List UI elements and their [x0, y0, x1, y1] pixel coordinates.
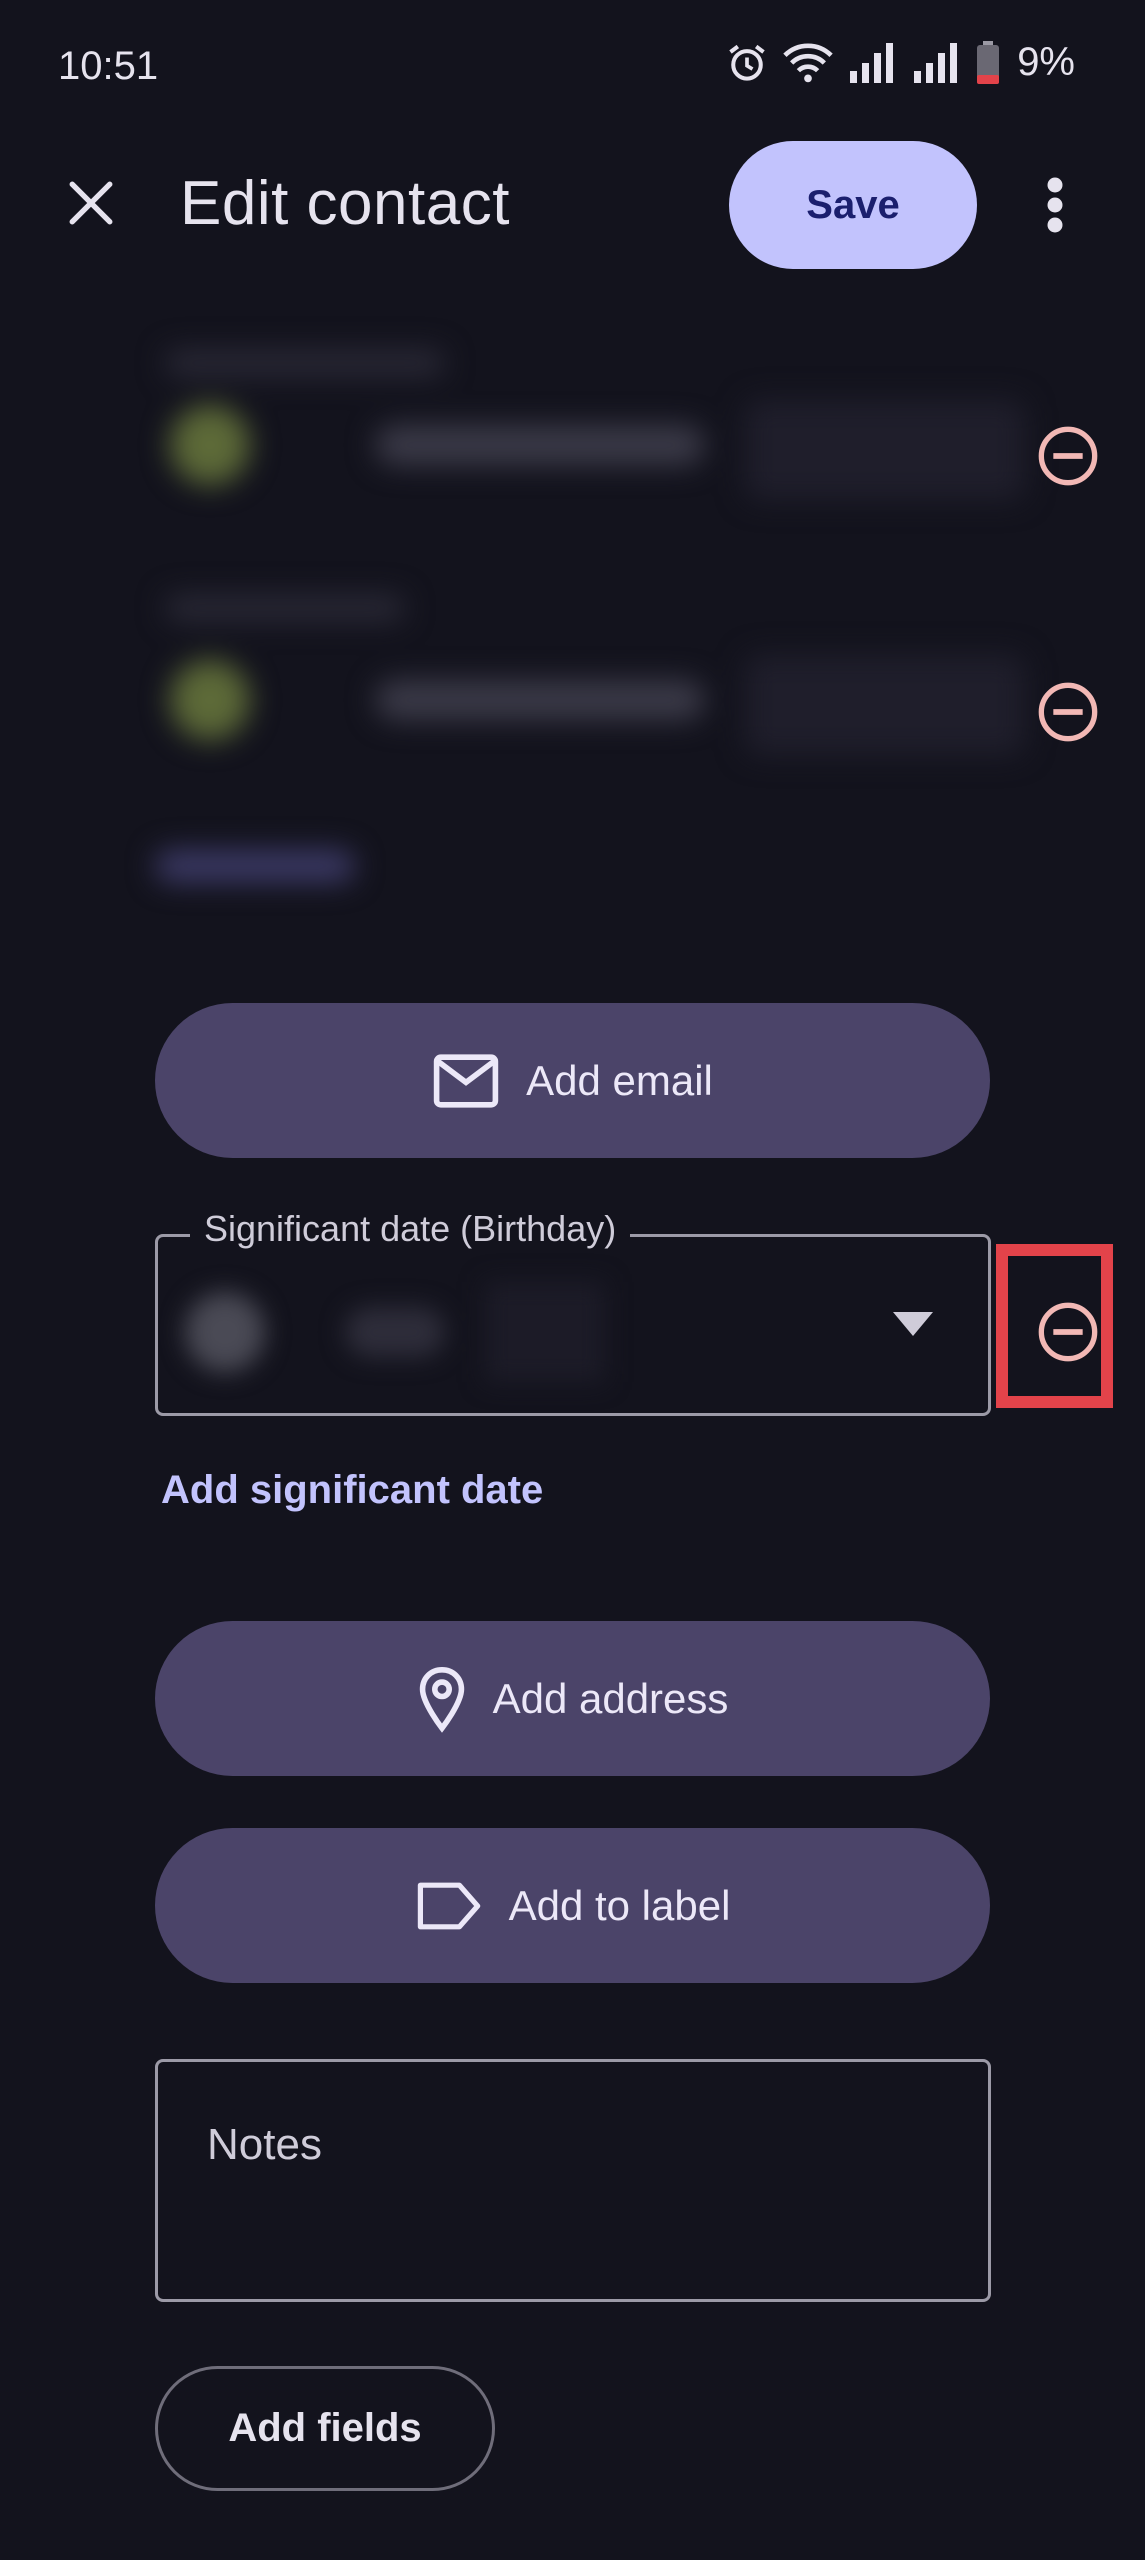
close-icon	[69, 181, 113, 225]
dropdown-arrow-icon[interactable]	[893, 1312, 933, 1336]
location-pin-icon	[419, 1666, 464, 1733]
more-options-button[interactable]	[1030, 170, 1080, 240]
notes-field[interactable]	[155, 2059, 991, 2302]
battery-icon	[977, 40, 1000, 84]
signal-icon	[850, 42, 894, 83]
close-button[interactable]	[56, 168, 126, 238]
add-email-button[interactable]: Add email	[155, 1003, 990, 1158]
remove-phone-button[interactable]	[1033, 421, 1103, 491]
status-icons: 9%	[725, 40, 1075, 85]
label-icon	[417, 1882, 480, 1929]
alarm-icon	[729, 44, 765, 81]
page-title: Edit contact	[180, 169, 510, 238]
remove-circle-icon	[1038, 682, 1098, 742]
remove-phone-button[interactable]	[1033, 677, 1103, 747]
redacted-contact-fields	[105, 330, 1035, 910]
mail-icon	[433, 1053, 499, 1108]
save-button[interactable]: Save	[729, 141, 977, 269]
notes-placeholder: Notes	[207, 2120, 322, 2169]
add-address-button[interactable]: Add address	[155, 1621, 990, 1776]
add-to-label-label: Add to label	[508, 1881, 731, 1929]
signal-icon	[914, 42, 958, 83]
status-time: 10:51	[58, 44, 159, 88]
add-address-label: Add address	[492, 1674, 729, 1722]
highlight-box	[996, 1244, 1113, 1408]
more-vert-icon	[1047, 177, 1063, 233]
redacted-date-value	[165, 1262, 615, 1397]
battery-percent: 9%	[1017, 40, 1075, 84]
remove-circle-icon	[1038, 426, 1098, 486]
add-to-label-button[interactable]: Add to label	[155, 1828, 990, 1983]
wifi-icon	[783, 43, 833, 82]
add-significant-date-link[interactable]: Add significant date	[161, 1468, 543, 1513]
significant-date-label: Significant date (Birthday)	[190, 1208, 631, 1250]
add-fields-button[interactable]: Add fields	[155, 2366, 495, 2491]
add-email-label: Add email	[526, 1056, 713, 1104]
